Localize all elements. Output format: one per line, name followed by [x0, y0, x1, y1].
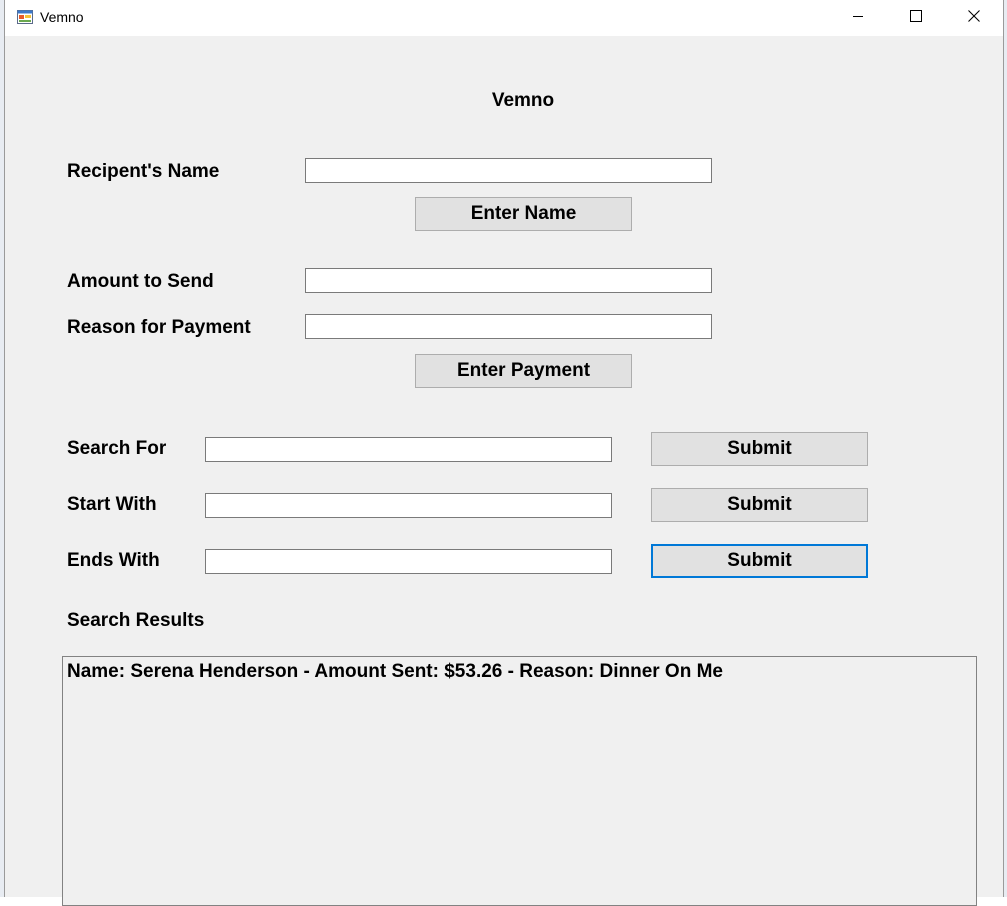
reason-label: Reason for Payment: [67, 317, 251, 338]
form-heading: Vemno: [491, 90, 555, 111]
enter-name-button[interactable]: Enter Name: [415, 197, 632, 231]
app-window: Vemno Vemno Recipent's Name Enter Name A…: [4, 0, 1004, 906]
recipient-name-label: Recipent's Name: [67, 161, 220, 182]
reason-input[interactable]: [305, 314, 712, 339]
window-title: Vemno: [40, 9, 84, 25]
close-button[interactable]: [945, 0, 1003, 36]
amount-label: Amount to Send: [67, 271, 214, 292]
amount-input[interactable]: [305, 268, 712, 293]
maximize-button[interactable]: [887, 0, 945, 36]
app-window-icon: [17, 9, 33, 25]
minimize-icon: [852, 9, 864, 27]
maximize-icon: [910, 9, 922, 27]
search-for-label: Search For: [67, 438, 167, 459]
search-results-list[interactable]: Name: Serena Henderson - Amount Sent: $5…: [62, 656, 977, 906]
enter-payment-button[interactable]: Enter Payment: [415, 354, 632, 388]
list-item[interactable]: Name: Serena Henderson - Amount Sent: $5…: [67, 661, 723, 683]
recipient-name-input[interactable]: [305, 158, 712, 183]
start-with-input[interactable]: [205, 493, 612, 518]
ends-with-submit-button[interactable]: Submit: [651, 544, 868, 578]
title-bar: Vemno: [5, 0, 1003, 36]
ends-with-input[interactable]: [205, 549, 612, 574]
ends-with-label: Ends With: [67, 550, 160, 571]
search-for-input[interactable]: [205, 437, 612, 462]
search-for-submit-button[interactable]: Submit: [651, 432, 868, 466]
start-with-label: Start With: [67, 494, 157, 515]
start-with-submit-button[interactable]: Submit: [651, 488, 868, 522]
close-icon: [968, 9, 980, 27]
minimize-button[interactable]: [829, 0, 887, 36]
search-results-label: Search Results: [67, 610, 205, 631]
